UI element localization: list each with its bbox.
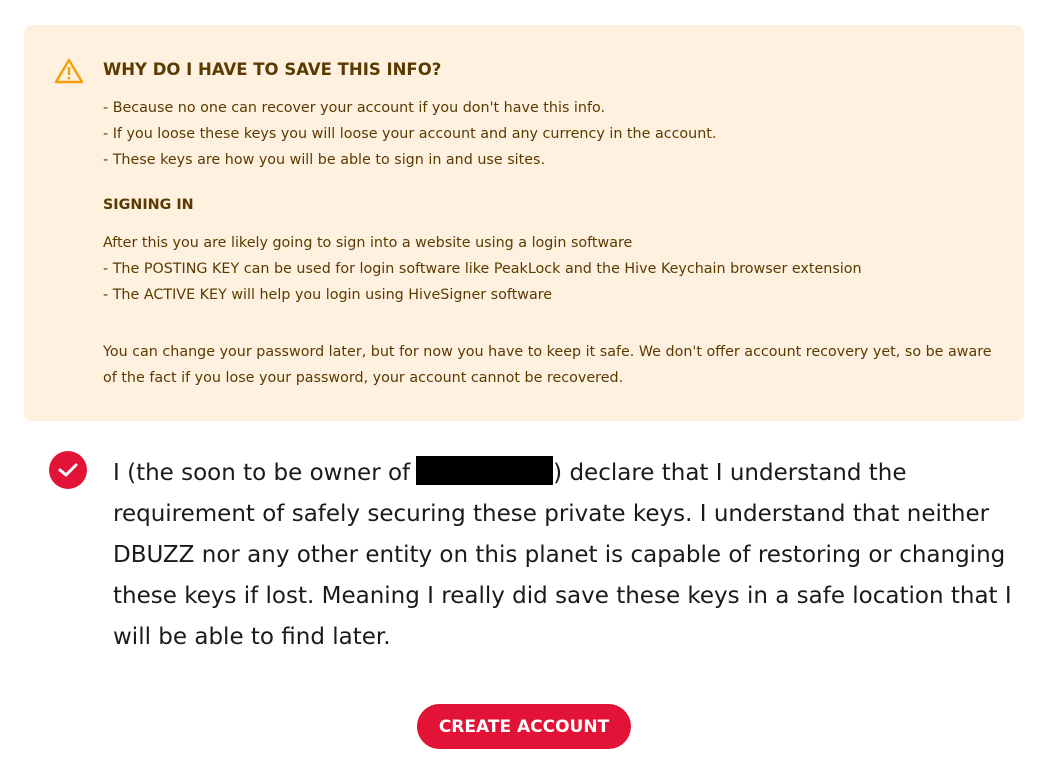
declaration-suffix: ) declare that I understand the requirem…: [113, 460, 1012, 650]
declaration-checkbox[interactable]: [49, 451, 87, 489]
reason-line: - If you loose these keys you will loose…: [103, 126, 717, 142]
info-notice: WHY DO I HAVE TO SAVE THIS INFO? - Becau…: [24, 25, 1024, 421]
notice-title: WHY DO I HAVE TO SAVE THIS INFO?: [103, 60, 442, 79]
signing-line: After this you are likely going to sign …: [103, 235, 633, 251]
signing-line: - The POSTING KEY can be used for login …: [103, 261, 862, 277]
declaration-text: I (the soon to be owner of) declare that…: [113, 453, 1013, 658]
signing-in-heading: SIGNING IN: [103, 197, 194, 213]
redacted-username: [416, 456, 554, 485]
checkmark-icon: [58, 463, 78, 477]
warning-triangle-icon: [54, 57, 84, 85]
reason-line: - Because no one can recover your accoun…: [103, 100, 606, 116]
recovery-warning: You can change your password later, but …: [103, 344, 992, 386]
declaration-prefix: I (the soon to be owner of: [113, 460, 411, 486]
reason-line: - These keys are how you will be able to…: [103, 152, 546, 168]
signing-line: - The ACTIVE KEY will help you login usi…: [103, 287, 553, 303]
create-account-button[interactable]: CREATE ACCOUNT: [417, 704, 631, 749]
